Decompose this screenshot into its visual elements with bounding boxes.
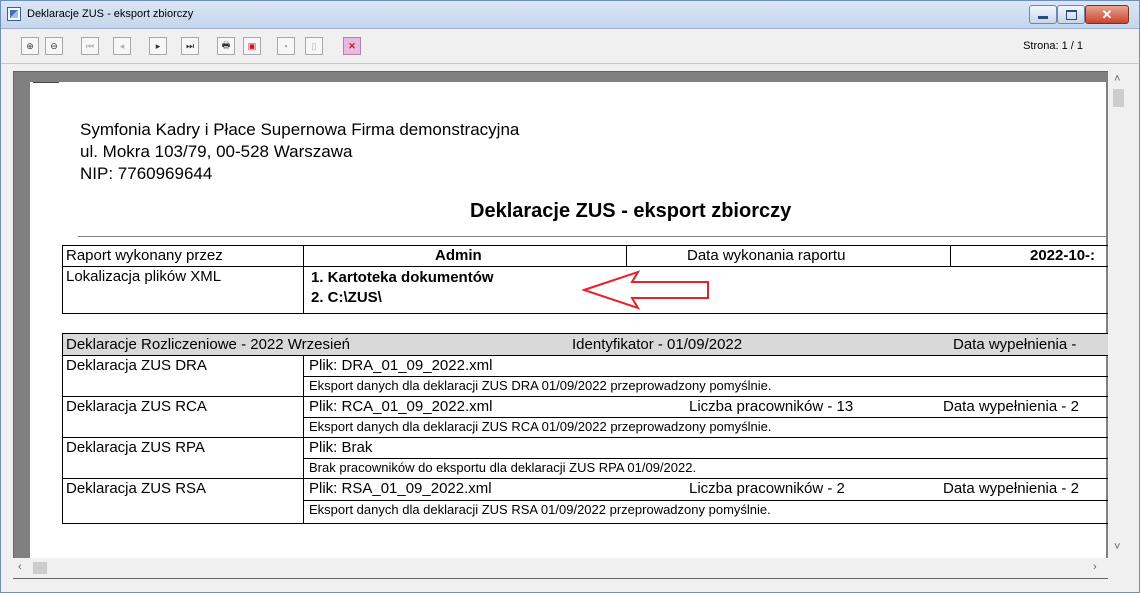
next-page-icon: ▸ bbox=[155, 40, 161, 51]
info-row-divider bbox=[63, 266, 1121, 267]
declarations-table: Deklaracje Rozliczeniowe - 2022 Wrzesień… bbox=[62, 333, 1122, 524]
declaration-name: Deklaracja ZUS RCA bbox=[66, 398, 207, 415]
scroll-left-icon[interactable]: ‹ bbox=[18, 561, 22, 573]
company-address: ul. Mokra 103/79, 00-528 Warszawa bbox=[80, 142, 353, 161]
app-icon bbox=[7, 7, 21, 21]
row-divider bbox=[303, 417, 1121, 418]
report-viewer[interactable]: Symfonia Kadry i Płace Supernowa Firma d… bbox=[13, 71, 1128, 579]
declarations-filled-date: Data wypełnienia - bbox=[953, 336, 1077, 353]
horizontal-scrollbar[interactable]: ‹ › bbox=[13, 558, 1108, 578]
declaration-message: Eksport danych dla deklaracji ZUS RSA 01… bbox=[309, 502, 771, 517]
vertical-scrollbar[interactable]: ˄ ˅ bbox=[1108, 71, 1128, 579]
declaration-name: Deklaracja ZUS DRA bbox=[66, 357, 207, 374]
window-title: Deklaracje ZUS - eksport zbiorczy bbox=[27, 8, 194, 20]
zoom-out-icon: ⊖ bbox=[50, 40, 58, 51]
declaration-message: Brak pracowników do eksportu dla deklara… bbox=[309, 460, 697, 475]
row-divider bbox=[63, 396, 1121, 397]
xml-location-label: Lokalizacja plików XML bbox=[66, 268, 222, 285]
prev-page-icon: ◂ bbox=[119, 40, 125, 51]
stop-icon: ✕ bbox=[348, 40, 356, 51]
employee-count: Liczba pracowników - 13 bbox=[689, 398, 854, 415]
first-page-button[interactable]: ⏮ bbox=[81, 37, 99, 55]
report-title: Deklaracje ZUS - eksport zbiorczy bbox=[470, 200, 792, 222]
header-divider bbox=[78, 236, 1106, 237]
filled-date: Data wypełnienia - 2 bbox=[943, 398, 1079, 415]
report-window: Deklaracje ZUS - eksport zbiorczy ✕ ⊕ ⊖ … bbox=[0, 0, 1140, 593]
performed-by-label: Raport wykonany przez bbox=[66, 247, 223, 264]
declaration-name: Deklaracja ZUS RPA bbox=[66, 439, 205, 456]
row-divider bbox=[303, 458, 1121, 459]
row-divider bbox=[303, 376, 1121, 377]
maximize-button[interactable] bbox=[1057, 5, 1085, 24]
declaration-file: Plik: RCA_01_09_2022.xml bbox=[309, 398, 493, 415]
printer-icon: 🖶 bbox=[221, 40, 231, 50]
declaration-file: Plik: DRA_01_09_2022.xml bbox=[309, 357, 493, 374]
declaration-name: Deklaracja ZUS RSA bbox=[66, 480, 207, 497]
first-page-icon: ⏮ bbox=[85, 40, 95, 51]
xml-location-1: 1. Kartoteka dokumentów bbox=[311, 269, 494, 286]
employee-count: Liczba pracowników - 2 bbox=[689, 480, 845, 497]
company-nip: NIP: 7760969644 bbox=[80, 164, 213, 183]
declaration-message: Eksport danych dla deklaracji ZUS DRA 01… bbox=[309, 378, 772, 393]
declarations-identifier: Identyfikator - 01/09/2022 bbox=[572, 336, 743, 353]
last-page-icon: ⏭ bbox=[185, 40, 195, 51]
vertical-scroll-thumb[interactable] bbox=[1113, 89, 1124, 107]
report-date-label: Data wykonania raportu bbox=[687, 247, 846, 264]
prev-page-button[interactable]: ◂ bbox=[113, 37, 131, 55]
declaration-file: Plik: RSA_01_09_2022.xml bbox=[309, 480, 492, 497]
info-col-divider bbox=[303, 246, 304, 313]
info-col-divider bbox=[626, 246, 627, 266]
info-col-divider bbox=[950, 246, 951, 266]
close-button[interactable]: ✕ bbox=[1085, 5, 1129, 24]
declarations-period: Deklaracje Rozliczeniowe - 2022 Wrzesień bbox=[66, 336, 351, 353]
declaration-file: Plik: Brak bbox=[309, 439, 373, 456]
minimize-button[interactable] bbox=[1029, 5, 1057, 24]
maximize-icon bbox=[1065, 9, 1077, 20]
filled-date: Data wypełnienia - 2 bbox=[943, 480, 1079, 497]
pdf-icon: ▣ bbox=[247, 40, 257, 51]
page-indicator: Strona: 1 / 1 bbox=[1023, 40, 1083, 52]
close-icon: ✕ bbox=[1101, 7, 1113, 22]
performed-by-value: Admin bbox=[435, 247, 482, 264]
col-divider bbox=[303, 355, 304, 523]
declaration-message: Eksport danych dla deklaracji ZUS RCA 01… bbox=[309, 419, 772, 434]
print-button[interactable]: 🖶 bbox=[217, 37, 235, 55]
next-page-button[interactable]: ▸ bbox=[149, 37, 167, 55]
save-button[interactable]: ▪ bbox=[277, 37, 295, 55]
page-corner-mark bbox=[33, 82, 59, 109]
red-arrow-annotation bbox=[582, 270, 709, 310]
row-divider bbox=[303, 500, 1121, 501]
row-divider bbox=[63, 355, 1121, 356]
horizontal-scroll-thumb[interactable] bbox=[33, 562, 47, 574]
row-divider bbox=[63, 478, 1121, 479]
zoom-out-button[interactable]: ⊖ bbox=[45, 37, 63, 55]
scroll-right-icon[interactable]: › bbox=[1093, 561, 1097, 573]
company-name: Symfonia Kadry i Płace Supernowa Firma d… bbox=[80, 120, 520, 139]
scroll-up-icon[interactable]: ˄ bbox=[1114, 73, 1120, 85]
minimize-icon bbox=[1038, 16, 1048, 19]
export-pdf-button[interactable]: ▣ bbox=[243, 37, 261, 55]
stop-button[interactable]: ✕ bbox=[343, 37, 361, 55]
title-bar[interactable]: Deklaracje ZUS - eksport zbiorczy ✕ bbox=[1, 1, 1139, 29]
page-setup-icon: ▯ bbox=[311, 40, 317, 51]
row-divider bbox=[63, 437, 1121, 438]
page-setup-button[interactable]: ▯ bbox=[305, 37, 323, 55]
scroll-down-icon[interactable]: ˅ bbox=[1114, 541, 1120, 553]
xml-location-2: 2. C:\ZUS\ bbox=[311, 289, 382, 306]
last-page-button[interactable]: ⏭ bbox=[181, 37, 199, 55]
report-date-value: 2022-10-: bbox=[1030, 247, 1096, 264]
toolbar: ⊕ ⊖ ⏮ ◂ ▸ ⏭ 🖶 ▣ ▪ ▯ ✕ Strona: 1 / 1 bbox=[1, 29, 1139, 64]
zoom-in-icon: ⊕ bbox=[26, 40, 34, 51]
save-icon: ▪ bbox=[284, 41, 288, 51]
zoom-in-button[interactable]: ⊕ bbox=[21, 37, 39, 55]
report-page: Symfonia Kadry i Płace Supernowa Firma d… bbox=[30, 82, 1122, 568]
